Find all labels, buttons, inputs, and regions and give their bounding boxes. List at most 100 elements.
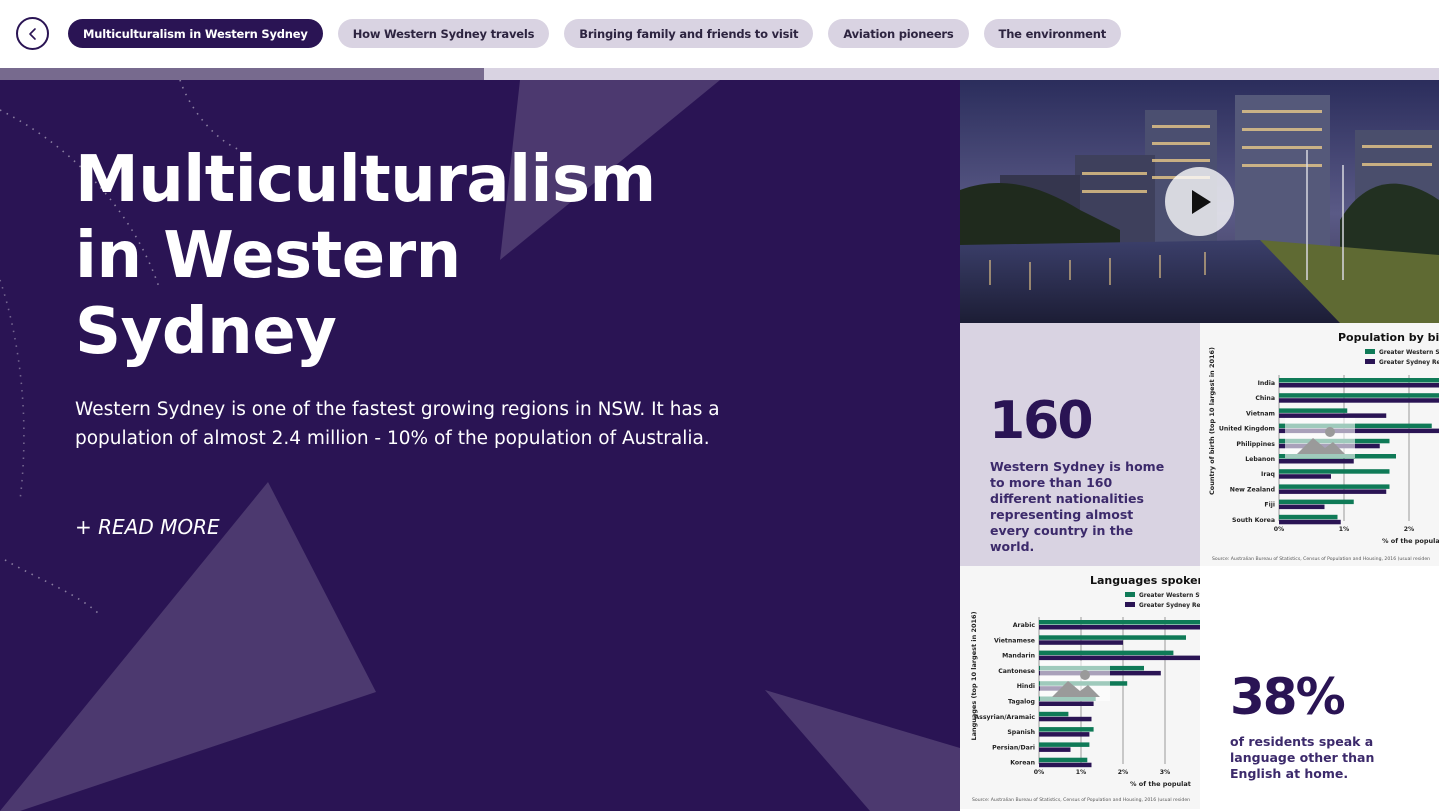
category-label: Spanish (1007, 729, 1035, 736)
legend-label: Greater Sydney Reg (1379, 360, 1439, 366)
legend-swatch (1125, 602, 1135, 607)
bar-greater-sydney-region (1039, 747, 1071, 752)
page-title: Multiculturalism in Western Sydney (75, 143, 656, 369)
bar-greater-western-sydney (1279, 378, 1439, 383)
video-thumbnail[interactable] (960, 80, 1439, 323)
legend-swatch (1365, 349, 1375, 354)
bar-greater-western-sydney (1279, 408, 1348, 413)
bar-greater-western-sydney (1039, 742, 1090, 747)
bar-greater-sydney-region (1279, 383, 1439, 388)
bar-greater-sydney-region (1279, 413, 1387, 418)
bar-greater-sydney-region (1279, 519, 1341, 525)
stat-card-languages: 38% of residents speak a language other … (1200, 566, 1439, 809)
category-label: India (1258, 380, 1275, 387)
chart-source: Source: Australian Bureau of Statistics,… (972, 797, 1190, 803)
hero-panel: Multiculturalism in Western Sydney Weste… (0, 80, 960, 811)
legend-swatch (1125, 592, 1135, 597)
bar-greater-western-sydney (1039, 757, 1088, 763)
category-label: New Zealand (1230, 486, 1275, 493)
x-tick-label: 3% (1160, 769, 1171, 776)
bar-greater-sydney-region (1039, 655, 1200, 661)
category-label: Lebanon (1245, 456, 1275, 463)
bar-greater-sydney-region (1039, 701, 1094, 706)
bar-greater-sydney-region (1039, 640, 1123, 645)
section-tabs: Multiculturalism in Western Sydney How W… (68, 19, 1122, 48)
bar-greater-sydney-region (1039, 716, 1092, 722)
bar-greater-sydney-region (1039, 625, 1200, 630)
tab-bringing-family-and-friends[interactable]: Bringing family and friends to visit (564, 19, 814, 48)
read-more-link[interactable]: + READ MORE (75, 515, 220, 539)
bar-greater-western-sydney (1039, 635, 1186, 640)
y-axis-label: Languages (top 10 largest in 2016) (970, 611, 978, 740)
x-tick-label: 1% (1339, 526, 1350, 533)
category-label: United Kingdom (1219, 426, 1275, 433)
category-label: Tagalog (1008, 699, 1035, 706)
x-tick-label: 2% (1404, 526, 1415, 533)
stat-number: 160 (989, 391, 1094, 451)
category-label: Korean (1010, 760, 1035, 767)
bar-greater-western-sydney (1039, 620, 1200, 625)
play-icon (1191, 189, 1211, 214)
bar-greater-western-sydney (1039, 650, 1174, 656)
legend-label: Greater Western Sy (1139, 593, 1200, 599)
image-placeholder-sun (1325, 427, 1335, 437)
progress-bar (0, 68, 1439, 80)
bar-greater-sydney-region (1279, 398, 1439, 403)
category-label: China (1255, 395, 1275, 402)
x-tick-label: 0% (1034, 769, 1045, 776)
languages-spoken-chart: Languages spoken at Greater Western Sy Gre… (960, 566, 1200, 809)
category-label: Cantonese (998, 668, 1035, 675)
x-tick-label: 0% (1274, 526, 1285, 533)
category-label: Philippines (1236, 441, 1275, 448)
legend-label: Greater Sydney Reg (1139, 603, 1200, 609)
stat-card-nationalities: 160 Western Sydney is home to more than … (960, 323, 1200, 566)
image-placeholder-sun (1080, 670, 1090, 680)
back-button[interactable] (16, 17, 49, 50)
chart-title: Population by birth (1338, 331, 1439, 344)
population-by-birth-chart: Population by birth Greater Western Sy Gre… (1200, 323, 1439, 566)
bar-greater-sydney-region (1039, 762, 1092, 768)
category-label: Persian/Dari (992, 744, 1035, 751)
bar-greater-western-sydney (1039, 727, 1094, 732)
y-axis-label: Country of birth (top 10 largest in 2016… (1208, 347, 1216, 495)
bar-greater-western-sydney (1039, 711, 1069, 717)
category-label: Iraq (1261, 471, 1275, 478)
x-axis-label: % of the populat (1130, 780, 1191, 788)
bar-greater-sydney-region (1279, 459, 1354, 464)
bar-greater-sydney-region (1279, 489, 1387, 494)
top-navigation: Multiculturalism in Western Sydney How W… (0, 0, 1439, 68)
bar-greater-sydney-region (1279, 504, 1325, 510)
tab-aviation-pioneers[interactable]: Aviation pioneers (828, 19, 969, 48)
category-label: Arabic (1013, 622, 1036, 629)
x-tick-label: 1% (1076, 769, 1087, 776)
category-label: Vietnam (1246, 410, 1275, 417)
stat-description: Western Sydney is home to more than 160 … (990, 459, 1165, 554)
tab-the-environment[interactable]: The environment (983, 19, 1122, 48)
category-label: Assyrian/Aramaic (974, 714, 1035, 721)
category-label: Fiji (1264, 502, 1275, 509)
chart-source: Source: Australian Bureau of Statistics,… (1212, 556, 1430, 562)
chart-svg-languages: Languages spoken at Greater Western Sy Gre… (960, 566, 1200, 809)
bar-greater-western-sydney (1279, 514, 1338, 520)
category-label: Hindi (1017, 683, 1035, 690)
x-axis-label: % of the popula (1382, 537, 1439, 545)
category-label: Vietnamese (994, 637, 1035, 644)
bar-greater-sydney-region (1039, 732, 1090, 737)
bar-greater-sydney-region (1279, 474, 1331, 479)
bar-greater-western-sydney (1279, 499, 1354, 505)
play-button[interactable] (1165, 167, 1234, 236)
category-label: Mandarin (1002, 653, 1035, 660)
bar-greater-western-sydney (1279, 393, 1439, 398)
chevron-left-icon (28, 27, 36, 40)
intro-text: Western Sydney is one of the fastest gro… (75, 399, 720, 449)
bar-greater-western-sydney (1279, 469, 1390, 474)
chart-svg-birth: Population by birth Greater Western Sy Gre… (1200, 323, 1439, 566)
stat-description: of residents speak a language other than… (1230, 734, 1375, 781)
chart-title: Languages spoken at (1090, 574, 1200, 587)
x-tick-label: 2% (1118, 769, 1129, 776)
progress-bar-fill (0, 68, 484, 80)
tab-multiculturalism[interactable]: Multiculturalism in Western Sydney (68, 19, 323, 48)
stat-number: 38% (1230, 668, 1346, 726)
bar-greater-western-sydney (1279, 484, 1390, 489)
tab-how-western-sydney-travels[interactable]: How Western Sydney travels (337, 19, 550, 48)
